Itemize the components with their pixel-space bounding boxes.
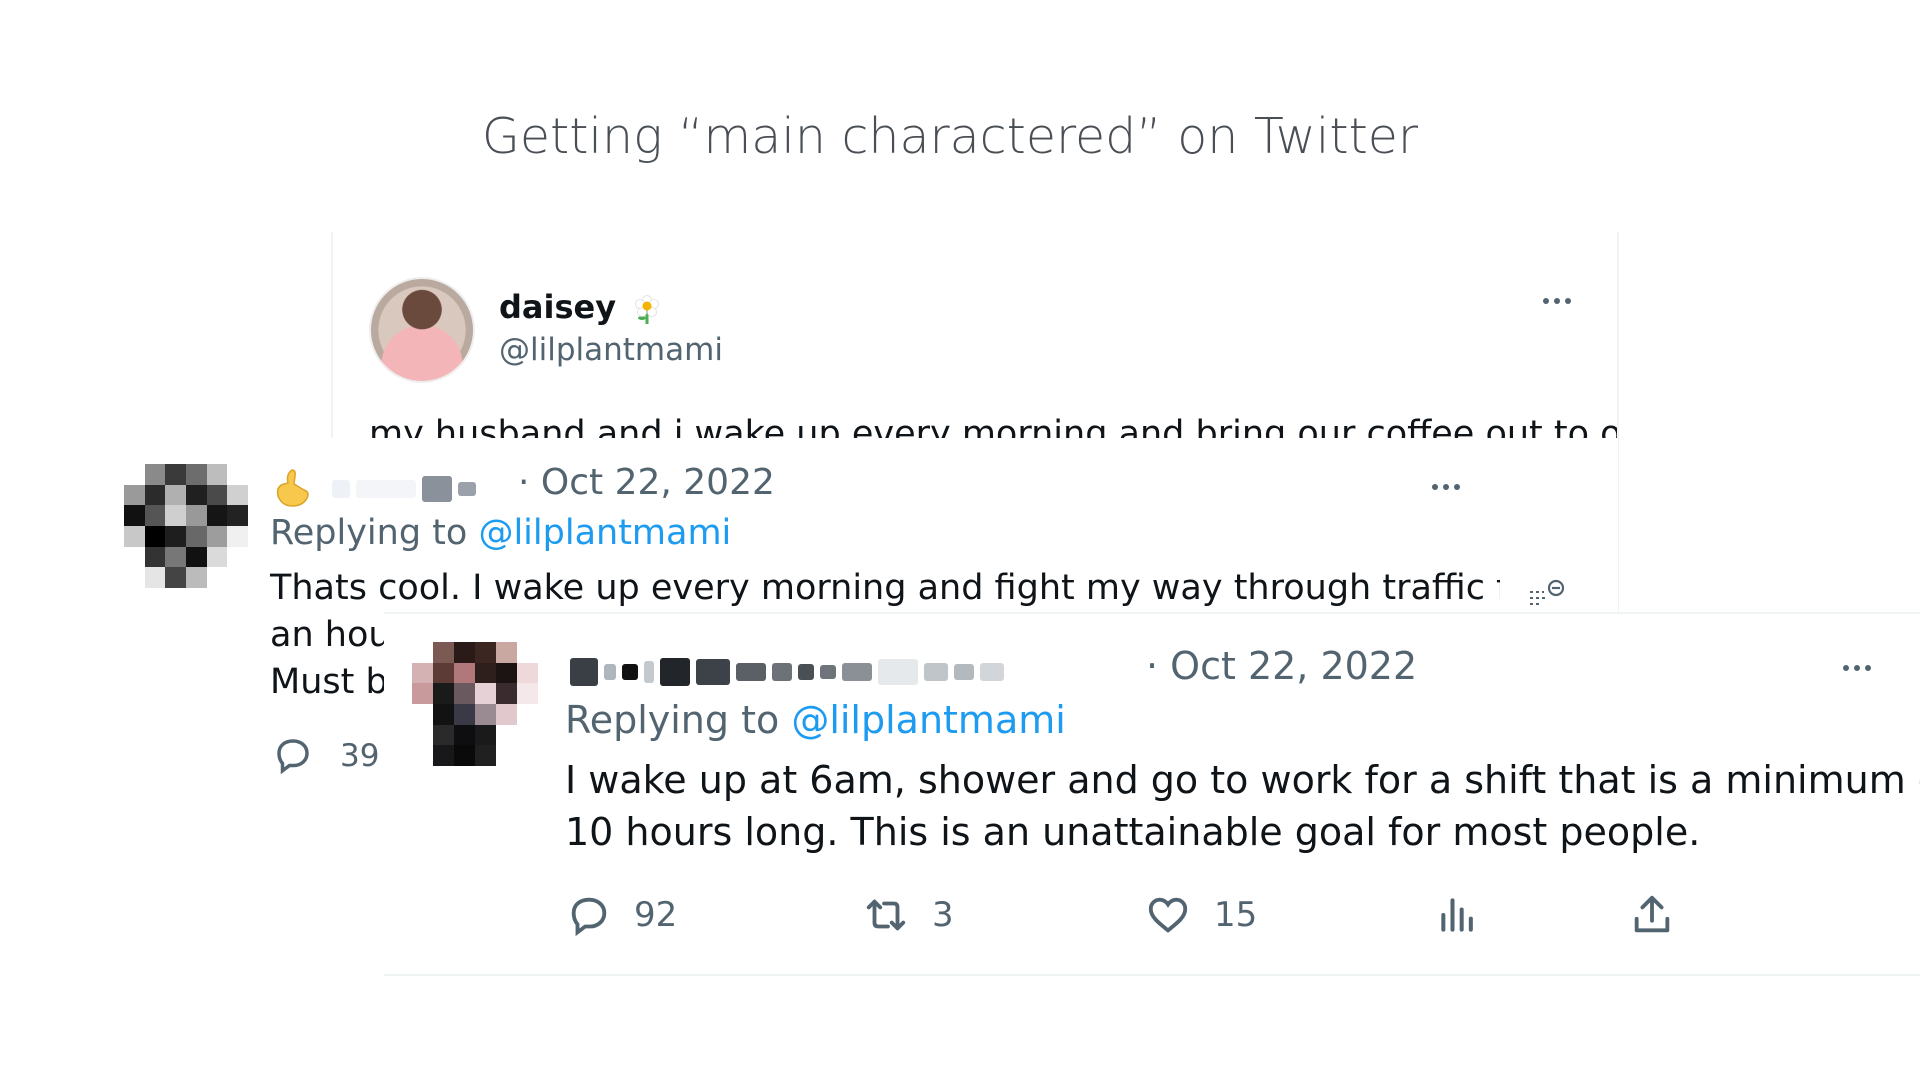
- avatar[interactable]: [369, 277, 475, 383]
- avatar[interactable]: [412, 642, 538, 766]
- replying-to-handle-link[interactable]: @lilplantmami: [791, 698, 1066, 742]
- reply-icon[interactable]: [272, 734, 314, 776]
- more-icon[interactable]: [1432, 484, 1460, 490]
- replying-to-handle-link[interactable]: @lilplantmami: [478, 513, 731, 553]
- reply-action[interactable]: 92: [566, 892, 677, 938]
- tweet-date[interactable]: · Oct 22, 2022: [1146, 644, 1417, 688]
- reply-tweet-2[interactable]: · Oct 22, 2022 Replying to @lilplantmami…: [384, 612, 1920, 976]
- replying-to: Replying to @lilplantmami: [270, 513, 731, 553]
- like-icon[interactable]: [1144, 892, 1192, 938]
- flower-emoji-icon: [635, 295, 660, 324]
- blurred-username[interactable]: [570, 658, 1004, 686]
- retweet-icon[interactable]: [862, 892, 910, 938]
- reply-icon[interactable]: [566, 892, 612, 938]
- analytics-action[interactable]: [1436, 892, 1480, 938]
- tweet-date[interactable]: · Oct 22, 2022: [518, 462, 775, 503]
- reply-count: 39: [340, 738, 380, 774]
- retweet-count: 3: [932, 895, 954, 935]
- share-action[interactable]: [1629, 892, 1675, 938]
- more-icon[interactable]: [1543, 298, 1571, 304]
- share-icon[interactable]: [1629, 892, 1675, 938]
- avatar[interactable]: [124, 464, 248, 588]
- blurred-username[interactable]: [332, 476, 476, 502]
- tweet-text-line: I wake up at 6am, shower and go to work …: [565, 758, 1920, 802]
- display-name[interactable]: daisey: [499, 288, 616, 326]
- reply-count: 92: [634, 895, 678, 935]
- call-me-hand-emoji-icon: [276, 469, 309, 507]
- slide-title: Getting “main charactered” on Twitter: [481, 108, 1419, 165]
- tweet-text-line: Thats cool. I wake up every morning and …: [270, 568, 1500, 608]
- analytics-icon[interactable]: [1436, 892, 1480, 938]
- replying-to: Replying to @lilplantmami: [565, 698, 1066, 742]
- more-icon[interactable]: [1843, 665, 1871, 671]
- retweet-action[interactable]: 3: [862, 892, 954, 938]
- replying-to-prefix: Replying to: [270, 513, 479, 553]
- like-count: 15: [1214, 895, 1258, 935]
- translate-icon[interactable]: [1526, 578, 1566, 610]
- tweet-author-name[interactable]: daisey: [499, 288, 663, 326]
- tweet-text: I wake up at 6am, shower and go to work …: [565, 754, 1920, 858]
- replying-to-prefix: Replying to: [565, 698, 792, 742]
- tweet-author-handle[interactable]: @lilplantmami: [499, 332, 723, 368]
- like-action[interactable]: 15: [1144, 892, 1257, 938]
- tweet-text-line: 10 hours long. This is an unattainable g…: [565, 810, 1701, 854]
